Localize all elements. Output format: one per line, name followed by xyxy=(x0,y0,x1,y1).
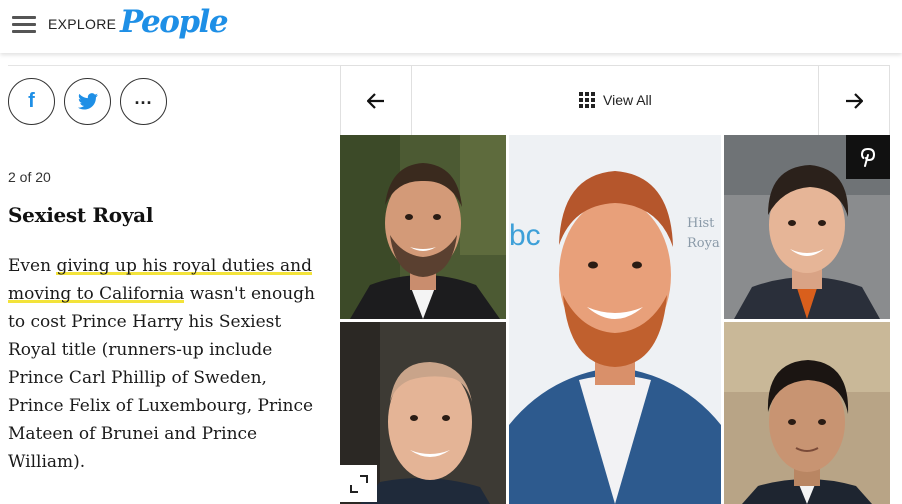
caption-link-part-1: giving up his royal duties and xyxy=(56,256,312,276)
slide-title: Sexiest Royal xyxy=(8,203,154,227)
twitter-share-button[interactable] xyxy=(64,78,111,125)
photo-prince-harry: bc Hist Roya xyxy=(509,135,721,504)
facebook-share-button[interactable]: f xyxy=(8,78,55,125)
caption-text-pre: Even xyxy=(8,256,57,276)
more-share-button[interactable]: ... xyxy=(120,78,167,125)
site-header: EXPLORE People xyxy=(0,0,902,53)
slide-counter: 2 of 20 xyxy=(8,169,51,185)
facebook-icon: f xyxy=(28,90,35,112)
backdrop-text-roya: Roya xyxy=(687,236,720,251)
photo-prince-mateen xyxy=(724,322,890,504)
twitter-icon xyxy=(77,93,98,110)
caption-text-post: wasn't enough to cost Prince Harry his S… xyxy=(8,284,315,472)
explore-link[interactable]: EXPLORE xyxy=(48,16,116,32)
view-all-button[interactable]: View All xyxy=(579,92,652,108)
previous-slide-button[interactable] xyxy=(341,66,412,135)
more-icon: ... xyxy=(134,88,153,108)
photo-prince-carl-philip xyxy=(340,135,506,319)
people-logo[interactable]: People xyxy=(120,4,229,40)
slide-photo-collage: bc Hist Roya xyxy=(340,135,890,504)
slide-caption: Even giving up his royal duties and movi… xyxy=(8,252,326,476)
pinterest-icon xyxy=(861,148,875,167)
expand-button[interactable] xyxy=(340,465,377,502)
next-slide-button[interactable] xyxy=(818,66,889,135)
gallery-nav: View All xyxy=(340,65,890,135)
arrow-left-icon xyxy=(367,92,384,109)
menu-icon[interactable] xyxy=(12,15,36,33)
view-all-label: View All xyxy=(603,92,652,108)
expand-icon xyxy=(349,474,368,493)
backdrop-text-bc: bc xyxy=(509,219,541,252)
grid-icon xyxy=(579,92,595,108)
arrow-right-icon xyxy=(846,92,863,109)
backdrop-text-hist: Hist xyxy=(687,216,715,231)
pinterest-button[interactable] xyxy=(846,135,890,179)
caption-link-part-2: moving to California xyxy=(8,284,185,304)
